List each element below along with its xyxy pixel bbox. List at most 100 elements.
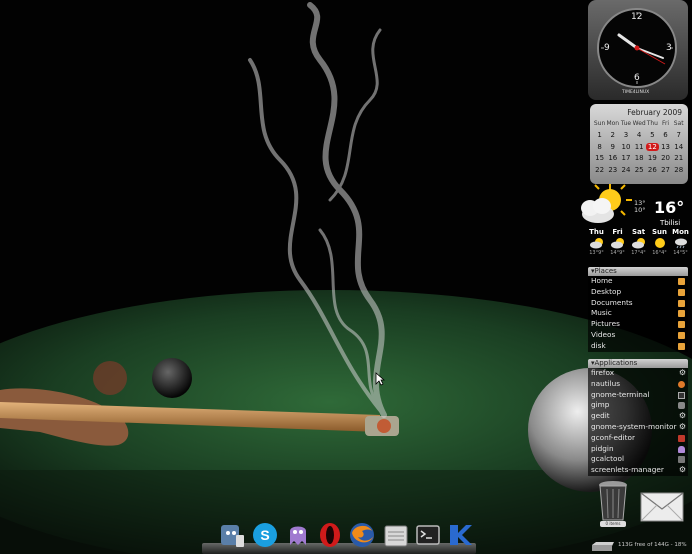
calendar-day[interactable]: 1: [593, 131, 606, 139]
place-label: Music: [591, 308, 612, 318]
places-panel: ▾Places Home Desktop Documents Music Pic…: [588, 267, 688, 352]
calendar-day[interactable]: 3: [619, 131, 632, 139]
app-label: screenlets-manager: [591, 465, 664, 475]
calendar-day[interactable]: 2: [606, 131, 619, 139]
calendar-day[interactable]: 13: [659, 143, 672, 151]
clock-numeral-9: 9: [604, 43, 610, 53]
pidgin-icon: [678, 445, 685, 453]
gear-icon: ⚙: [678, 411, 686, 421]
forecast-day-name: Mon: [672, 228, 689, 236]
pidgin-icon[interactable]: [284, 521, 312, 549]
nautilus-icon: [678, 380, 685, 388]
files-icon[interactable]: [382, 521, 410, 549]
calendar-day[interactable]: 15: [593, 154, 606, 162]
app-item-gconf-editor[interactable]: gconf-editor: [588, 433, 688, 444]
calendar-day-today[interactable]: 12: [645, 142, 659, 151]
clock-widget[interactable]: 12 3 6 9 TIME4LINUX: [588, 0, 688, 100]
place-item-videos[interactable]: Videos: [588, 330, 688, 341]
app-item-pidgin[interactable]: pidgin: [588, 444, 688, 455]
calendar-day[interactable]: 7: [672, 131, 685, 139]
calendar-day[interactable]: 11: [633, 143, 646, 151]
trash-widget[interactable]: 0 items: [596, 480, 630, 530]
disk-usage-widget[interactable]: 113G free of 144G - 18%: [588, 540, 692, 554]
calendar-day[interactable]: 22: [593, 166, 606, 174]
place-item-pictures[interactable]: Pictures: [588, 319, 688, 330]
forecast-temps: 14°5°: [673, 250, 688, 256]
place-item-music[interactable]: Music: [588, 308, 688, 319]
calendar-day[interactable]: 20: [659, 154, 672, 162]
weather-high-low: 13° 10°: [634, 200, 646, 214]
calendar-grid: Sun Mon Tue Wed Thu Fri Sat 1 2 3 4 5 6 …: [593, 118, 686, 176]
calendar-day-header: Sun: [593, 120, 606, 128]
app-item-gnome-system-monitor[interactable]: gnome-system-monitor ⚙: [588, 422, 688, 433]
app-label: nautilus: [591, 378, 621, 388]
mail-envelope-icon[interactable]: [640, 492, 684, 522]
firefox-icon[interactable]: [348, 521, 376, 549]
calendar-day[interactable]: 28: [672, 166, 685, 174]
calendar-day[interactable]: 16: [606, 154, 619, 162]
app-label: gnome-system-monitor: [591, 421, 677, 431]
disk-usage-text: 113G free of 144G - 18%: [618, 542, 687, 548]
calendar-day[interactable]: 5: [646, 131, 659, 139]
app-label: gconf-editor: [591, 432, 636, 442]
place-item-desktop[interactable]: Desktop: [588, 287, 688, 298]
kftp-icon[interactable]: [446, 521, 474, 549]
calendar-day[interactable]: 17: [619, 154, 632, 162]
app-item-gimp[interactable]: gimp: [588, 400, 688, 411]
gconf-icon: [678, 434, 685, 442]
places-header[interactable]: ▾Places: [588, 267, 688, 276]
calendar-day[interactable]: 25: [633, 166, 646, 174]
calendar-day[interactable]: 24: [619, 166, 632, 174]
place-label: disk: [591, 340, 606, 350]
applications-header[interactable]: ▾Applications: [588, 359, 688, 368]
hard-drive-icon: [592, 542, 614, 551]
calendar-day[interactable]: 18: [633, 154, 646, 162]
calendar-day[interactable]: 4: [633, 131, 646, 139]
folder-icon: [678, 299, 685, 307]
skype-icon[interactable]: S: [251, 521, 279, 549]
app-label: gimp: [591, 400, 610, 410]
forecast-temps: 17°4°: [631, 250, 646, 256]
calendar-day[interactable]: 26: [646, 166, 659, 174]
weather-city: Tbilisi: [660, 219, 681, 227]
calendar-week: 1 2 3 4 5 6 7: [593, 130, 686, 142]
calendar-day[interactable]: 9: [606, 143, 619, 151]
calendar-week: 22 23 24 25 26 27 28: [593, 164, 686, 176]
place-label: Pictures: [591, 319, 620, 329]
calendar-day[interactable]: 14: [672, 143, 685, 151]
place-item-documents[interactable]: Documents: [588, 298, 688, 309]
finder-face-icon[interactable]: [218, 521, 246, 549]
app-item-nautilus[interactable]: nautilus: [588, 379, 688, 390]
place-item-home[interactable]: Home: [588, 276, 688, 287]
app-item-gcalctool[interactable]: gcalctool: [588, 454, 688, 465]
calendar-day[interactable]: 27: [659, 166, 672, 174]
app-item-screenlets-manager[interactable]: screenlets-manager ⚙: [588, 465, 688, 476]
folder-icon: [678, 321, 685, 329]
svg-text:S: S: [260, 527, 269, 543]
calendar-day-header: Tue: [620, 120, 632, 128]
cloud-sun-icon: [610, 238, 624, 249]
cloud-sun-icon: [631, 238, 645, 249]
calendar-day[interactable]: 6: [659, 131, 672, 139]
desktop: 12 3 6 9 TIME4LINUX February 2009 Sun Mo…: [0, 0, 692, 554]
app-item-gedit[interactable]: gedit ⚙: [588, 411, 688, 422]
app-item-firefox[interactable]: firefox ⚙: [588, 368, 688, 379]
calendar-day-header: Wed: [632, 120, 646, 128]
gear-icon: ⚙: [678, 421, 686, 431]
calendar-day[interactable]: 8: [593, 143, 606, 151]
opera-icon[interactable]: [316, 521, 344, 549]
weather-widget[interactable]: 13° 10° 16° Tbilisi Thu 13°9° Fri 14°9° …: [574, 182, 692, 262]
place-label: Desktop: [591, 286, 622, 296]
calendar-day[interactable]: 19: [646, 154, 659, 162]
calendar-day[interactable]: 10: [619, 143, 632, 151]
place-item-disk[interactable]: disk: [588, 341, 688, 352]
forecast-day-name: Fri: [612, 228, 623, 236]
calendar-week: 15 16 17 18 19 20 21: [593, 153, 686, 165]
folder-icon: [678, 288, 685, 296]
sun-icon: [654, 238, 665, 248]
app-item-gnome-terminal[interactable]: gnome-terminal: [588, 390, 688, 401]
calendar-widget[interactable]: February 2009 Sun Mon Tue Wed Thu Fri Sa…: [590, 104, 688, 184]
terminal-icon[interactable]: [414, 521, 442, 549]
calendar-day[interactable]: 23: [606, 166, 619, 174]
calendar-day[interactable]: 21: [672, 154, 685, 162]
